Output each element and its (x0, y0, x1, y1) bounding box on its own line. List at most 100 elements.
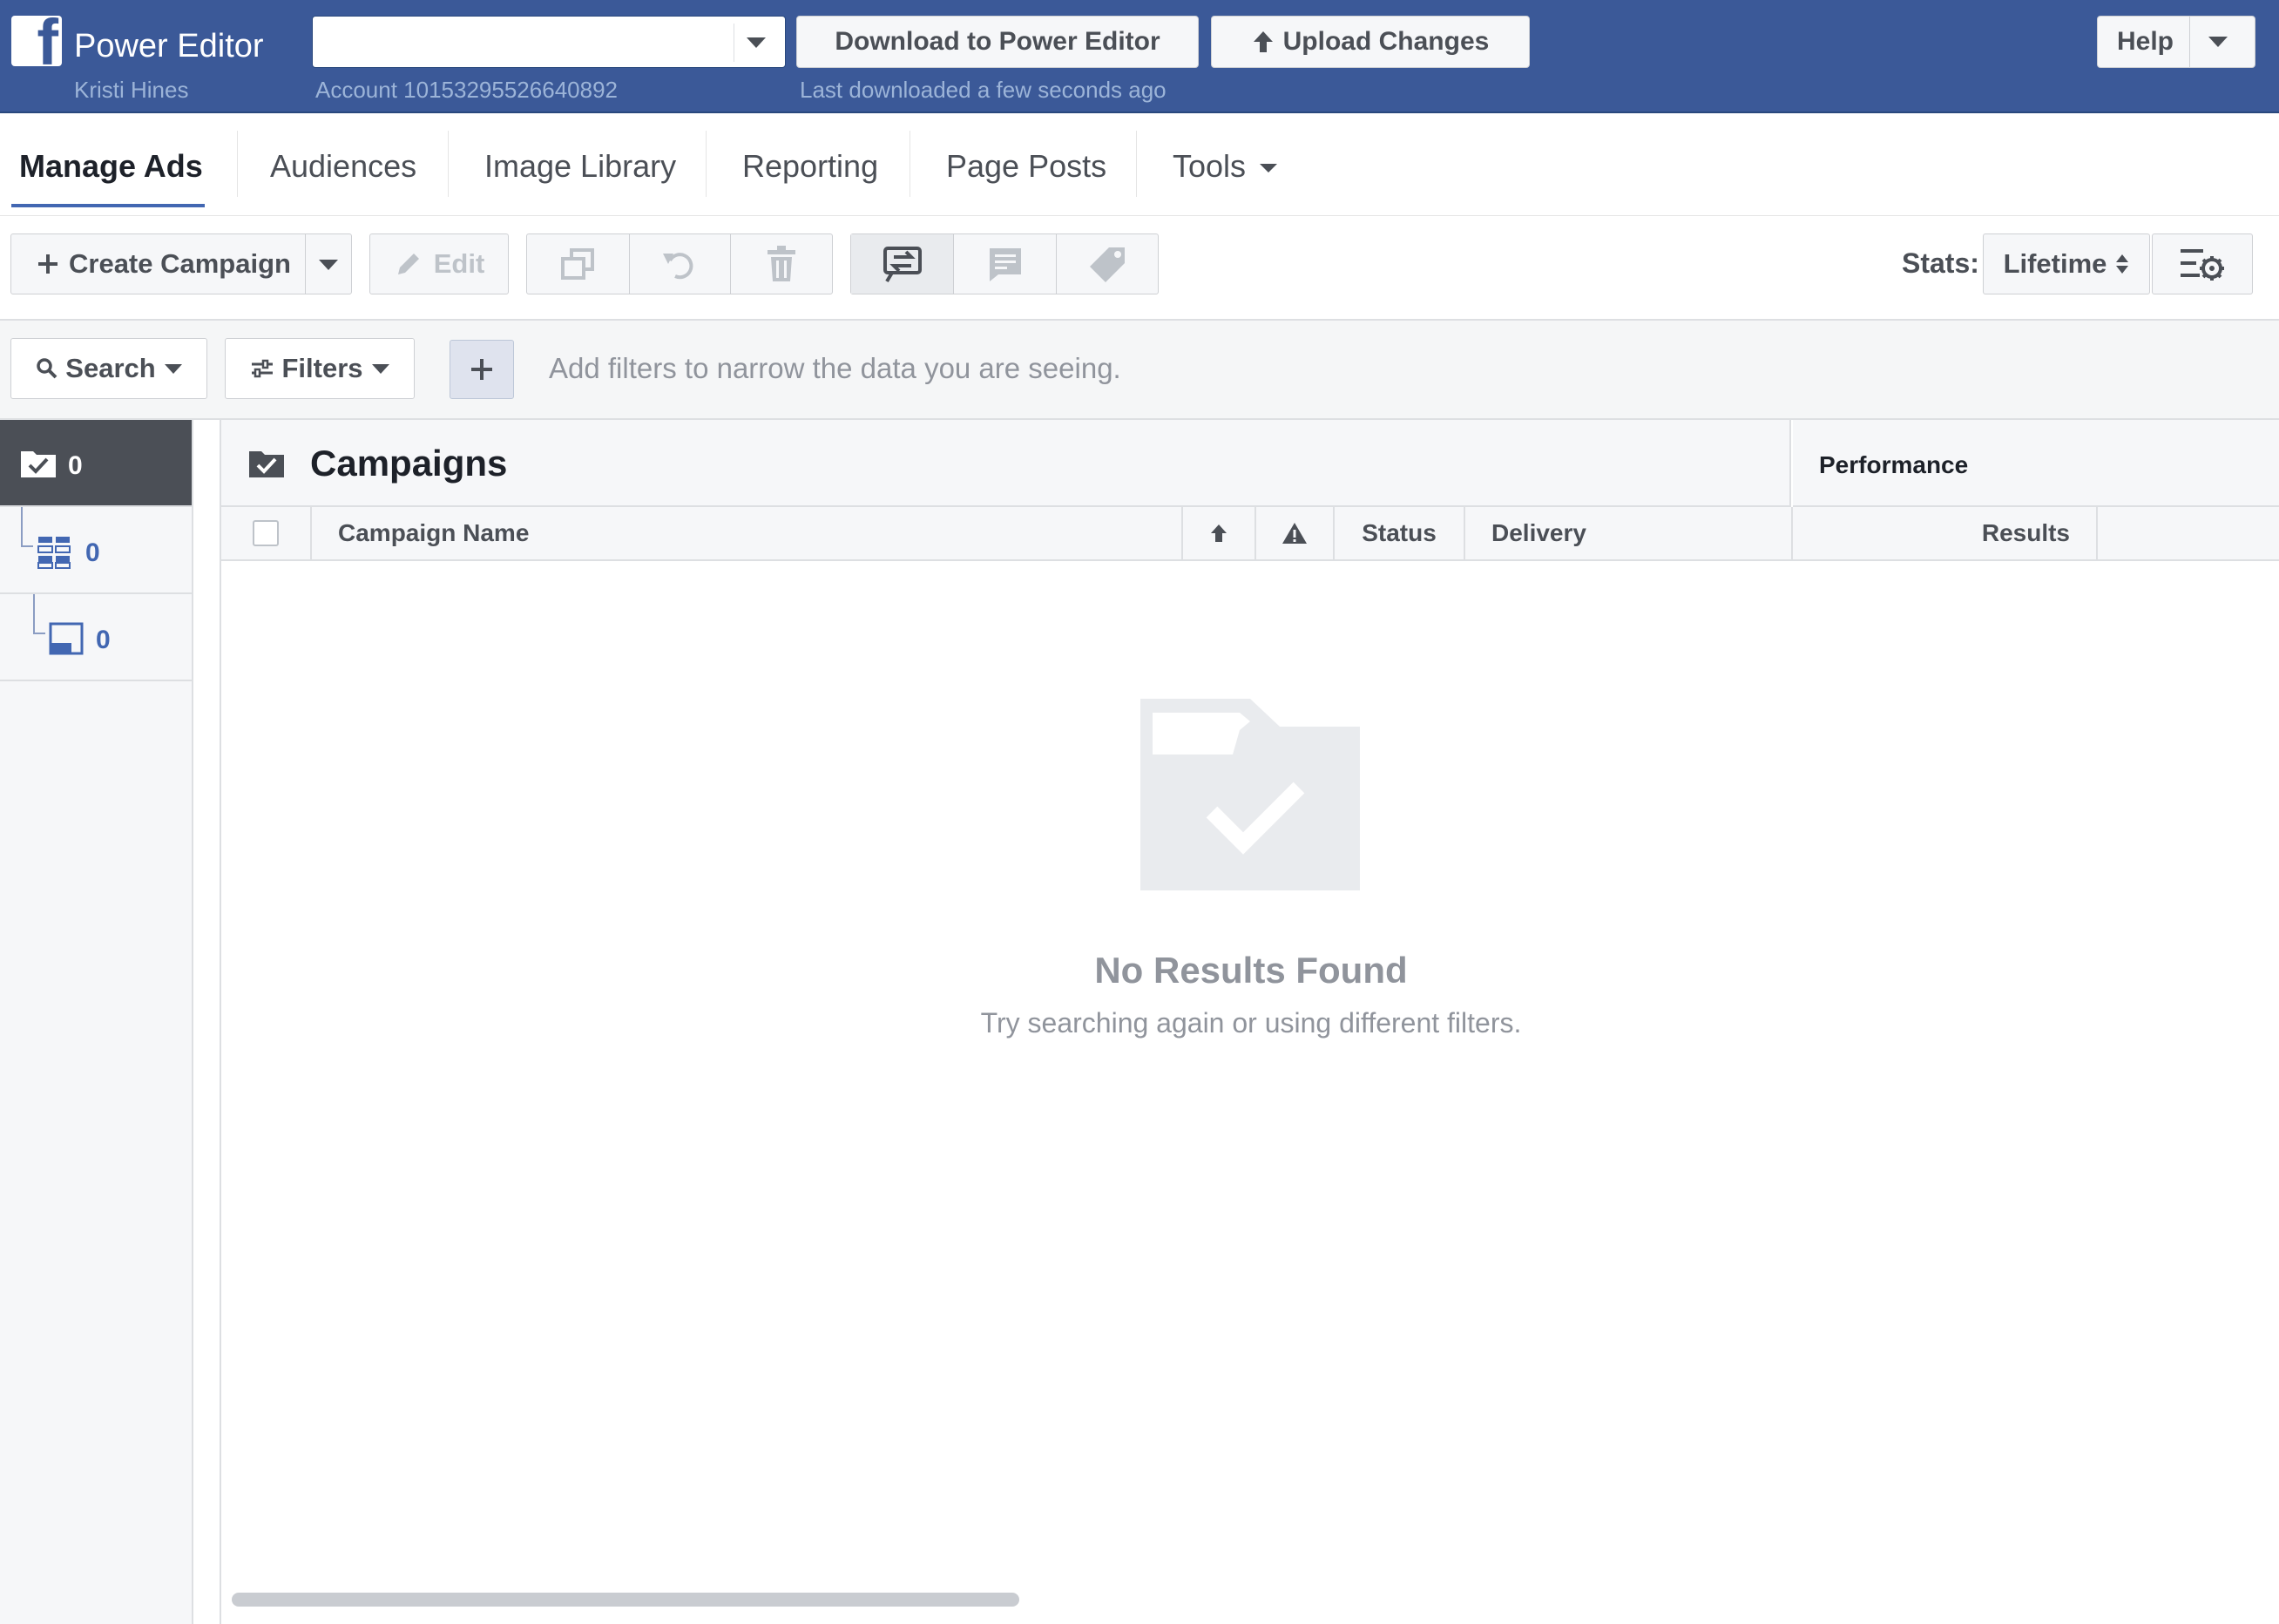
revert-button[interactable] (630, 234, 731, 294)
tab-divider (1136, 131, 1137, 197)
create-campaign-label: Create Campaign (69, 248, 291, 279)
download-to-power-editor-button[interactable]: Download to Power Editor (796, 16, 1199, 68)
split-divider (305, 234, 306, 294)
tab-tools-label: Tools (1173, 148, 1247, 184)
tag-icon (1090, 247, 1125, 282)
performance-title: Performance (1819, 451, 1969, 478)
tree-line (33, 633, 45, 634)
active-tab-underline (11, 204, 205, 207)
column-campaign-name[interactable]: Campaign Name (312, 507, 1183, 559)
level-ad-sets[interactable]: 0 (0, 507, 192, 594)
stats-label: Stats: (1902, 247, 1979, 279)
user-name: Kristi Hines (74, 77, 189, 103)
table-title: Campaigns (310, 443, 508, 484)
column-empty (2098, 507, 2279, 559)
column-settings-button[interactable] (2152, 233, 2253, 294)
tab-page-posts[interactable]: Page Posts (946, 148, 1106, 185)
empty-state-subtitle: Try searching again or using different f… (980, 1007, 1522, 1039)
duplicate-icon (560, 248, 594, 280)
column-upload[interactable] (1183, 507, 1256, 559)
plus-icon (471, 359, 492, 380)
help-divider (2189, 17, 2190, 67)
campaigns-table: Campaigns Performance Campaign Name Stat… (220, 420, 2279, 1624)
tag-button[interactable] (1057, 234, 1160, 294)
tab-audiences[interactable]: Audiences (270, 148, 416, 185)
performance-header: Performance (1793, 420, 2279, 507)
facebook-logo-icon: f (11, 16, 62, 66)
level-ads[interactable]: 0 (0, 594, 192, 681)
empty-state-title: No Results Found (1094, 950, 1408, 991)
import-export-button[interactable] (851, 234, 954, 294)
view-button-group (850, 233, 1159, 294)
help-menu-chevron-down-icon[interactable] (2208, 37, 2228, 47)
select-all-cell (221, 507, 312, 559)
level-navigator: 0 0 0 (0, 420, 193, 1624)
search-button[interactable]: Search (10, 338, 207, 399)
filter-sliders-icon (252, 359, 274, 378)
empty-campaign-folder-icon (1140, 699, 1360, 890)
account-select[interactable] (312, 16, 786, 68)
help-button-label: Help (2117, 27, 2174, 56)
caret-down-icon (164, 363, 182, 374)
chevron-down-icon (747, 37, 766, 48)
filters-button[interactable]: Filters (225, 338, 415, 399)
action-button-group (526, 233, 833, 294)
download-button-label: Download to Power Editor (835, 27, 1160, 56)
filters-label: Filters (281, 353, 363, 383)
horizontal-scrollbar[interactable] (232, 1593, 1019, 1607)
caret-down-icon (371, 363, 389, 374)
undo-icon (662, 253, 693, 280)
search-icon (37, 358, 57, 379)
notes-button[interactable] (954, 234, 1057, 294)
create-campaign-menu-chevron-down-icon[interactable] (319, 260, 338, 270)
edit-button[interactable]: Edit (369, 233, 509, 294)
tab-tools[interactable]: Tools (1173, 148, 1278, 185)
help-button[interactable]: Help (2097, 16, 2255, 68)
account-id: Account 10153295526640892 (315, 77, 618, 103)
campaigns-count: 0 (68, 451, 83, 480)
column-delivery[interactable]: Delivery (1465, 507, 1793, 559)
tree-line (21, 507, 23, 547)
filter-hint: Add filters to narrow the data you are s… (549, 352, 1121, 384)
search-label: Search (65, 353, 156, 383)
column-settings-gear-icon (2181, 249, 2224, 281)
tree-line (21, 545, 33, 547)
main-nav: Manage Ads Audiences Image Library Repor… (0, 113, 2279, 216)
filter-bar: Search Filters Add filters to narrow the… (0, 321, 2279, 420)
tree-line (33, 594, 35, 634)
trash-icon (768, 246, 795, 281)
campaign-folder-icon (249, 451, 284, 477)
warning-icon (1282, 523, 1307, 544)
delete-button[interactable] (731, 234, 832, 294)
arrow-up-icon (1253, 31, 1273, 52)
campaign-folder-icon (21, 451, 56, 477)
edit-label: Edit (433, 248, 485, 279)
select-all-checkbox[interactable] (253, 520, 279, 546)
upload-button-label: Upload Changes (1282, 27, 1490, 56)
stats-range-select[interactable]: Lifetime (1983, 233, 2150, 294)
app-title: Power Editor (74, 28, 264, 64)
tab-image-library[interactable]: Image Library (484, 148, 676, 185)
import-export-icon (883, 247, 922, 283)
last-downloaded-status: Last downloaded a few seconds ago (800, 77, 1167, 103)
create-campaign-button[interactable]: Create Campaign (10, 233, 352, 294)
column-header-row: Campaign Name Status Delivery Results (221, 507, 2279, 561)
sort-caret-icon (2116, 254, 2129, 274)
column-warnings[interactable] (1256, 507, 1335, 559)
column-results[interactable]: Results (1793, 507, 2098, 559)
arrow-up-icon (1211, 524, 1227, 542)
column-status[interactable]: Status (1335, 507, 1465, 559)
caret-down-icon (1260, 164, 1278, 173)
campaigns-header: Campaigns (221, 420, 1791, 507)
notes-icon (989, 248, 1021, 281)
add-filter-button[interactable] (450, 340, 514, 399)
tab-manage-ads[interactable]: Manage Ads (19, 148, 203, 185)
tab-divider (448, 131, 449, 197)
upload-changes-button[interactable]: Upload Changes (1211, 16, 1530, 68)
ad-sets-count: 0 (85, 538, 100, 567)
level-campaigns[interactable]: 0 (0, 420, 192, 507)
duplicate-button[interactable] (527, 234, 630, 294)
tab-divider (237, 131, 238, 197)
pencil-icon (397, 254, 419, 274)
tab-reporting[interactable]: Reporting (742, 148, 878, 185)
